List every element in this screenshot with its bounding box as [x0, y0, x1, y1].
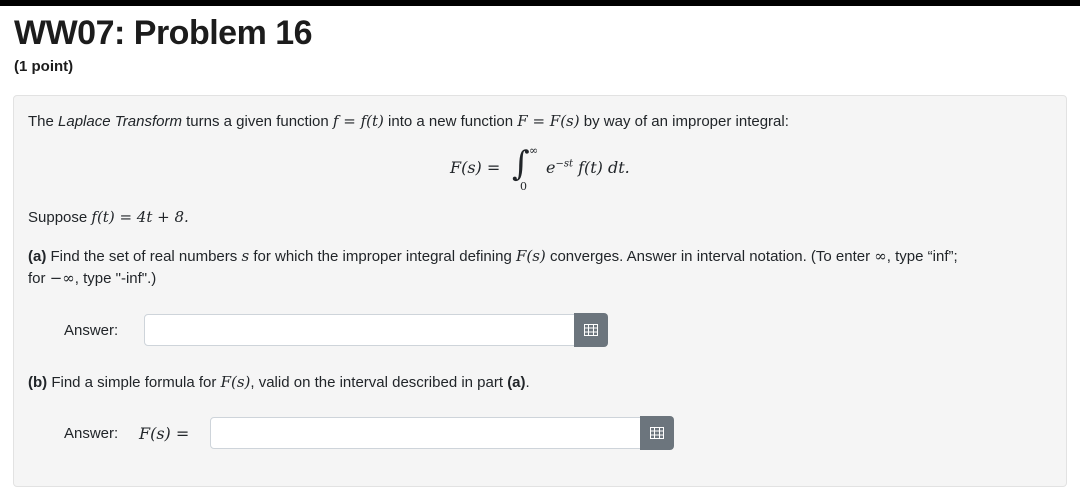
top-bar — [0, 0, 1080, 6]
intro-text: The Laplace Transform turns a given func… — [28, 112, 789, 130]
suppose-text: Suppose f(t) = 4t + 8. — [28, 208, 189, 226]
answer-a-input[interactable] — [144, 314, 575, 346]
formula-right: e−st f(t) dt. — [546, 158, 630, 177]
page-title: WW07: Problem 16 — [14, 14, 313, 52]
part-a-text-line2: for −∞, type "-inf".) — [28, 269, 157, 287]
upper-limit: ∞ — [529, 144, 539, 157]
equation-editor-button-a[interactable] — [574, 313, 608, 347]
equation-editor-button-b[interactable] — [640, 416, 674, 450]
part-b-text: (b) Find a simple formula for F(s), vali… — [28, 373, 530, 391]
answer-b-input[interactable] — [210, 417, 641, 449]
lower-limit: 0 — [520, 180, 527, 193]
answer-b-label: Answer: — [64, 425, 119, 442]
answer-a-label: Answer: — [64, 322, 119, 339]
calculator-grid-icon — [650, 427, 664, 439]
part-a-text: (a) Find the set of real numbers s for w… — [28, 247, 958, 265]
integral-sign: ∫ — [512, 144, 530, 184]
calculator-grid-icon — [584, 324, 598, 336]
math-F: F = F(s) — [517, 112, 580, 130]
answer-b-prefix: F(s) = — [139, 424, 190, 443]
math-f: f = f(t) — [332, 112, 384, 130]
points-label: (1 point) — [14, 58, 74, 75]
formula-left: F(s) = — [450, 158, 501, 177]
